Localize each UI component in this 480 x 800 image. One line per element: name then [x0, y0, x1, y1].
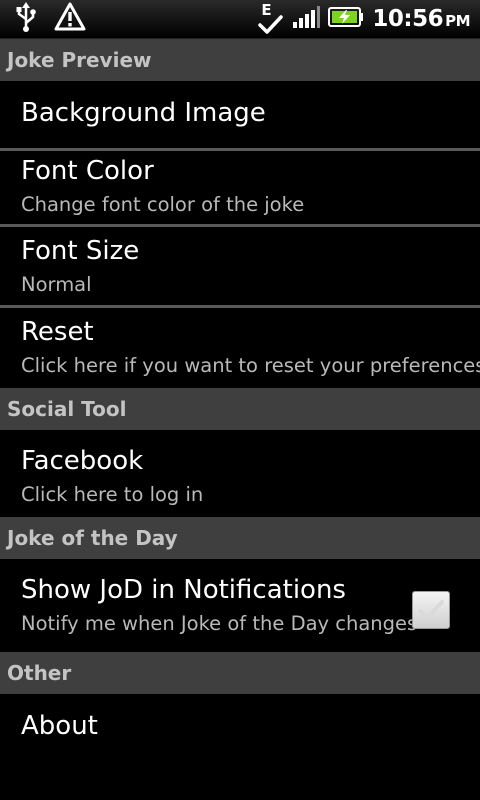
- pref-summary: Normal: [21, 273, 92, 296]
- pref-facebook[interactable]: Facebook Click here to log in: [0, 430, 480, 517]
- clock: 10:56 PM: [372, 6, 470, 32]
- pref-summary: Change font color of the joke: [21, 193, 305, 216]
- usb-icon: [14, 2, 38, 36]
- network-e-icon: E: [258, 1, 284, 36]
- pref-font-size[interactable]: Font Size Normal: [0, 227, 480, 308]
- category-joke-of-the-day: Joke of the Day: [0, 517, 480, 559]
- checkmark-icon: [418, 600, 444, 620]
- clock-ampm: PM: [445, 12, 470, 30]
- signal-icon: [292, 5, 321, 33]
- pref-title: Facebook: [21, 446, 144, 476]
- pref-about[interactable]: About: [0, 694, 480, 764]
- pref-font-color[interactable]: Font Color Change font color of the joke: [0, 151, 480, 227]
- pref-title: Font Size: [21, 236, 140, 266]
- pref-title: About: [21, 711, 98, 741]
- pref-title: Background Image: [21, 98, 266, 128]
- preferences-list: Joke Preview Background Image Font Color…: [0, 39, 480, 764]
- pref-background-image[interactable]: Background Image: [0, 81, 480, 151]
- status-bar-notifications: [14, 2, 86, 36]
- pref-summary: Click here if you want to reset your pre…: [21, 354, 480, 377]
- pref-summary: Notify me when Joke of the Day changes: [21, 612, 418, 635]
- status-bar: E 10:56 PM: [0, 0, 480, 39]
- category-other: Other: [0, 652, 480, 694]
- warning-icon: [54, 2, 86, 36]
- category-joke-preview: Joke Preview: [0, 39, 480, 81]
- battery-charging-icon: [328, 6, 364, 32]
- pref-summary: Click here to log in: [21, 483, 204, 506]
- show-jod-checkbox[interactable]: [412, 591, 450, 629]
- category-social-tool: Social Tool: [0, 388, 480, 430]
- pref-title: Reset: [21, 317, 94, 347]
- pref-show-jod-notifications[interactable]: Show JoD in Notifications Notify me when…: [0, 559, 480, 652]
- status-bar-system: E 10:56 PM: [258, 0, 470, 38]
- pref-reset[interactable]: Reset Click here if you want to reset yo…: [0, 308, 480, 388]
- clock-time: 10:56: [372, 6, 444, 32]
- pref-title: Font Color: [21, 156, 154, 186]
- pref-title: Show JoD in Notifications: [21, 575, 346, 605]
